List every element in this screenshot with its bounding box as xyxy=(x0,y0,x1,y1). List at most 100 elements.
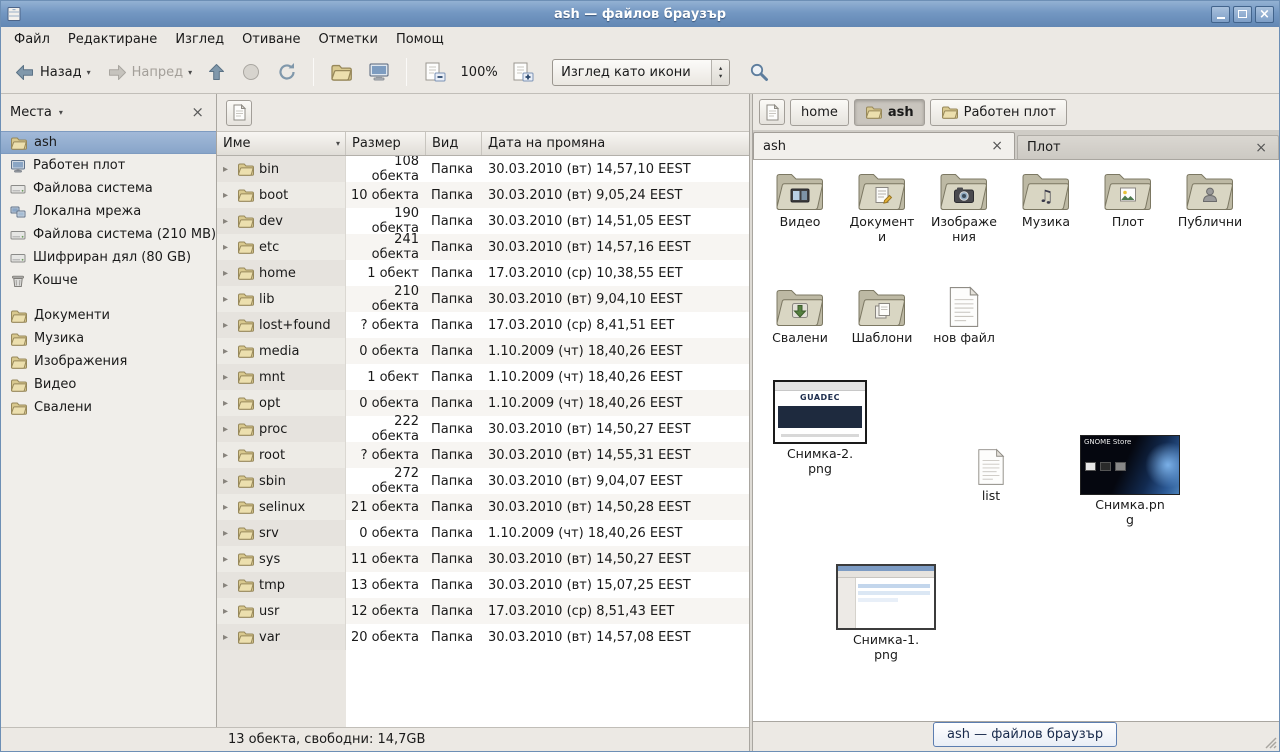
column-header[interactable]: Размер xyxy=(346,132,426,155)
resize-grip[interactable] xyxy=(1263,735,1278,750)
search-button[interactable] xyxy=(741,56,777,88)
table-row[interactable]: ▸mnt1 обектПапка1.10.2009 (чт) 18,40,26 … xyxy=(217,364,749,390)
expander-icon[interactable]: ▸ xyxy=(223,476,232,487)
expander-icon[interactable]: ▸ xyxy=(223,424,232,435)
file-icon-item[interactable]: нов файл xyxy=(923,286,1005,345)
file-icon-item[interactable]: Снимка-1.png xyxy=(831,564,941,662)
sidebar-item[interactable]: Изображения xyxy=(1,350,216,373)
sidebar-item[interactable]: Шифриран дял (80 GB) xyxy=(1,246,216,269)
home-button[interactable] xyxy=(323,58,359,86)
expander-icon[interactable]: ▸ xyxy=(223,164,232,175)
file-icon-item[interactable]: GUADECСнимка-2.png xyxy=(768,380,872,476)
back-button[interactable]: Назад ▾ xyxy=(8,59,98,86)
table-row[interactable]: ▸usr12 обектаПапка17.03.2010 (ср) 8,51,4… xyxy=(217,598,749,624)
tab-close-icon[interactable]: × xyxy=(1253,141,1269,155)
tab[interactable]: ash× xyxy=(753,132,1015,159)
expander-icon[interactable]: ▸ xyxy=(223,554,232,565)
expander-icon[interactable]: ▸ xyxy=(223,450,232,461)
expander-icon[interactable]: ▸ xyxy=(223,398,232,409)
sidebar-item[interactable]: Файлова система xyxy=(1,177,216,200)
table-row[interactable]: ▸sys11 обектаПапка30.03.2010 (вт) 14,50,… xyxy=(217,546,749,572)
expander-icon[interactable]: ▸ xyxy=(223,268,232,279)
file-icon-item[interactable]: Плот xyxy=(1087,170,1169,229)
reload-button[interactable] xyxy=(270,57,304,87)
stop-button[interactable] xyxy=(234,57,268,87)
file-icon-item[interactable]: Изображения xyxy=(923,170,1005,244)
tab[interactable]: Плот× xyxy=(1017,135,1279,159)
sidebar-item[interactable]: Видео xyxy=(1,373,216,396)
file-icon-item[interactable]: ♫Музика xyxy=(1005,170,1087,229)
menu-item[interactable]: Файл xyxy=(5,27,59,51)
path-button[interactable]: ash xyxy=(854,99,925,126)
location-toggle-button-left[interactable] xyxy=(226,100,252,126)
table-row[interactable]: ▸home1 обектПапка17.03.2010 (ср) 10,38,5… xyxy=(217,260,749,286)
table-row[interactable]: ▸bin108 обектаПапка30.03.2010 (вт) 14,57… xyxy=(217,156,749,182)
table-row[interactable]: ▸boot10 обектаПапка30.03.2010 (вт) 9,05,… xyxy=(217,182,749,208)
file-icon-item[interactable]: Публични xyxy=(1169,170,1251,229)
sidebar-item[interactable]: Музика xyxy=(1,327,216,350)
zoom-in-button[interactable] xyxy=(504,56,542,88)
table-row[interactable]: ▸lost+found? обектаПапка17.03.2010 (ср) … xyxy=(217,312,749,338)
expander-icon[interactable]: ▸ xyxy=(223,632,232,643)
expander-icon[interactable]: ▸ xyxy=(223,580,232,591)
menu-item[interactable]: Редактиране xyxy=(59,27,166,51)
expander-icon[interactable]: ▸ xyxy=(223,528,232,539)
expander-icon[interactable]: ▸ xyxy=(223,606,232,617)
maximize-button[interactable] xyxy=(1233,6,1252,23)
menu-item[interactable]: Отиване xyxy=(233,27,309,51)
table-row[interactable]: ▸srv0 обектаПапка1.10.2009 (чт) 18,40,26… xyxy=(217,520,749,546)
up-button[interactable] xyxy=(201,58,232,86)
table-row[interactable]: ▸dev190 обектаПапка30.03.2010 (вт) 14,51… xyxy=(217,208,749,234)
expander-icon[interactable]: ▸ xyxy=(223,242,232,253)
table-row[interactable]: ▸root? обектаПапка30.03.2010 (вт) 14,55,… xyxy=(217,442,749,468)
table-row[interactable]: ▸media0 обектаПапка1.10.2009 (чт) 18,40,… xyxy=(217,338,749,364)
column-header[interactable]: Вид xyxy=(426,132,482,155)
file-icon-item[interactable]: list xyxy=(959,448,1023,503)
computer-button[interactable] xyxy=(361,57,397,87)
menu-item[interactable]: Изглед xyxy=(166,27,233,51)
expander-icon[interactable]: ▸ xyxy=(223,502,232,513)
file-icon-item[interactable]: Документи xyxy=(841,170,923,244)
column-header[interactable]: Име▾ xyxy=(217,132,346,155)
expander-icon[interactable]: ▸ xyxy=(223,346,232,357)
forward-button[interactable]: Напред ▾ xyxy=(100,59,200,86)
close-button[interactable]: × xyxy=(1255,6,1274,23)
expander-icon[interactable]: ▸ xyxy=(223,320,232,331)
sidebar-item[interactable]: ash xyxy=(1,131,216,154)
places-selector[interactable]: Места xyxy=(10,105,52,120)
table-row[interactable]: ▸lib210 обектаПапка30.03.2010 (вт) 9,04,… xyxy=(217,286,749,312)
expander-icon[interactable]: ▸ xyxy=(223,294,232,305)
menu-item[interactable]: Помощ xyxy=(387,27,453,51)
tab-close-icon[interactable]: × xyxy=(989,139,1005,153)
table-row[interactable]: ▸var20 обектаПапка30.03.2010 (вт) 14,57,… xyxy=(217,624,749,650)
table-row[interactable]: ▸tmp13 обектаПапка30.03.2010 (вт) 15,07,… xyxy=(217,572,749,598)
table-row[interactable]: ▸sbin272 обектаПапка30.03.2010 (вт) 9,04… xyxy=(217,468,749,494)
location-toggle-button-right[interactable] xyxy=(759,99,785,125)
zoom-out-button[interactable] xyxy=(416,56,454,88)
path-button[interactable]: Работен плот xyxy=(930,99,1067,126)
sidebar-close-button[interactable]: × xyxy=(188,104,207,121)
sidebar-item[interactable]: Файлова система (210 MB) xyxy=(1,223,216,246)
expander-icon[interactable]: ▸ xyxy=(223,190,232,201)
table-row[interactable]: ▸etc241 обектаПапка30.03.2010 (вт) 14,57… xyxy=(217,234,749,260)
sidebar-item[interactable]: Локална мрежа xyxy=(1,200,216,223)
file-icon-item[interactable]: Свалени xyxy=(759,286,841,345)
expander-icon[interactable]: ▸ xyxy=(223,372,232,383)
table-row[interactable]: ▸selinux21 обектаПапка30.03.2010 (вт) 14… xyxy=(217,494,749,520)
table-row[interactable]: ▸opt0 обектаПапка1.10.2009 (чт) 18,40,26… xyxy=(217,390,749,416)
sidebar-item[interactable]: Документи xyxy=(1,304,216,327)
back-dropdown-icon[interactable]: ▾ xyxy=(87,68,91,77)
forward-dropdown-icon[interactable]: ▾ xyxy=(188,68,192,77)
path-button[interactable]: home xyxy=(790,99,849,126)
minimize-button[interactable] xyxy=(1211,6,1230,23)
file-icon-item[interactable]: GNOME StoreСнимка.png xyxy=(1075,435,1185,527)
sidebar-item[interactable]: Кошче xyxy=(1,269,216,292)
file-icon-item[interactable]: Шаблони xyxy=(841,286,923,345)
expander-icon[interactable]: ▸ xyxy=(223,216,232,227)
view-mode-select[interactable]: Изглед като икони ▴▾ xyxy=(552,59,730,86)
column-header[interactable]: Дата на промяна xyxy=(482,132,749,155)
file-icon-item[interactable]: Видео xyxy=(759,170,841,229)
sidebar-item[interactable]: Работен плот xyxy=(1,154,216,177)
title-bar[interactable]: ash — файлов браузър × xyxy=(1,1,1279,27)
taskbar-window-button[interactable]: ash — файлов браузър xyxy=(933,722,1117,747)
